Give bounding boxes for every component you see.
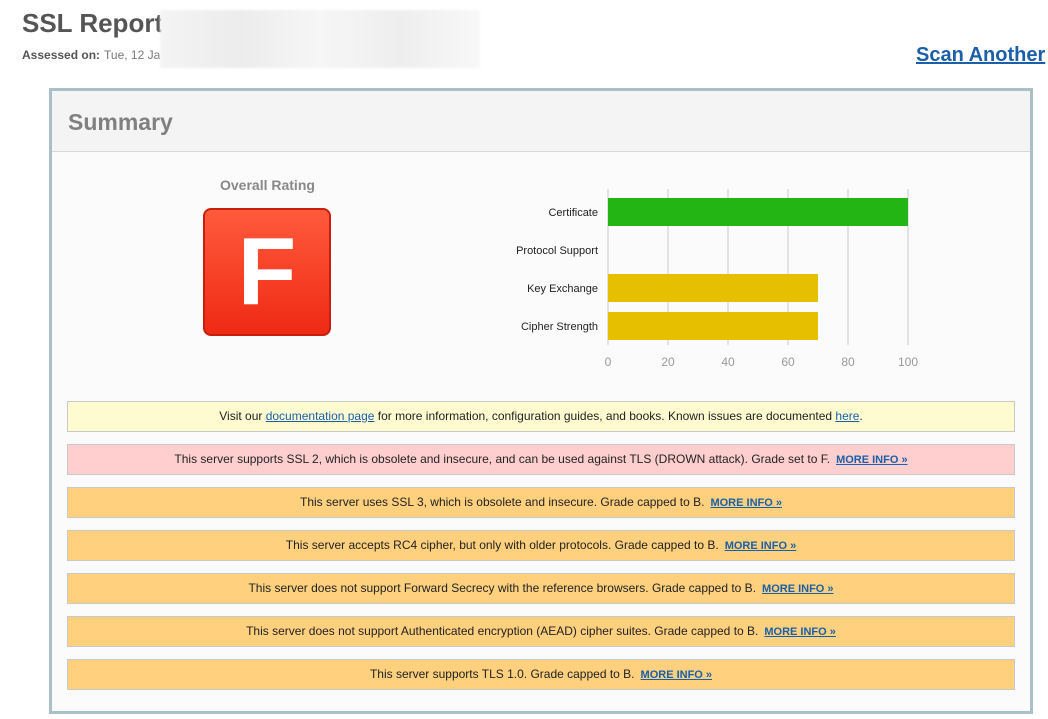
alert-text: This server supports SSL 2, which is obs… <box>174 452 831 466</box>
bar <box>608 312 818 340</box>
more-info-link[interactable]: MORE INFO » <box>641 669 713 681</box>
alert-warn: This server accepts RC4 cipher, but only… <box>67 530 1015 561</box>
alert-warn: This server does not support Authenticat… <box>67 616 1015 647</box>
summary-title: Summary <box>68 109 173 135</box>
page-title: SSL Report <box>22 8 164 38</box>
rating-chart: 0 20 40 60 80 100 Certificate Protocol Support K… <box>516 189 918 369</box>
alert-text: This server accepts RC4 cipher, but only… <box>285 538 719 552</box>
alert-text: . <box>859 409 863 423</box>
x-tick-label: 100 <box>898 355 918 369</box>
documentation-link[interactable]: documentation page <box>266 409 375 423</box>
x-tick-label: 60 <box>781 355 795 369</box>
bar <box>608 274 818 302</box>
alert-text: This server supports TLS 1.0. Grade capp… <box>369 667 635 681</box>
category-label: Key Exchange <box>527 283 598 295</box>
x-tick-label: 0 <box>605 355 612 369</box>
summary-header: Summary <box>52 91 1030 152</box>
x-tick-label: 40 <box>721 355 735 369</box>
alert-danger: This server supports SSL 2, which is obs… <box>67 444 1015 475</box>
bar <box>608 198 908 226</box>
alert-text: for more information, configuration guid… <box>374 409 836 423</box>
assessed-on: Assessed on: Tue, 12 Ja <box>22 48 160 62</box>
assessed-value: Tue, 12 Ja <box>104 48 161 62</box>
more-info-link[interactable]: MORE INFO » <box>725 540 797 552</box>
more-info-link[interactable]: MORE INFO » <box>710 497 782 509</box>
category-label: Cipher Strength <box>521 321 598 333</box>
grade-badge: F <box>203 208 331 336</box>
scan-another-link[interactable]: Scan Another <box>916 44 1045 67</box>
more-info-link[interactable]: MORE INFO » <box>836 454 908 466</box>
category-label: Certificate <box>548 207 598 219</box>
known-issues-link[interactable]: here <box>835 409 859 423</box>
alert-text: This server uses SSL 3, which is obsolet… <box>300 495 705 509</box>
x-tick-label: 20 <box>661 355 675 369</box>
category-label: Protocol Support <box>516 245 598 257</box>
alert-text: This server does not support Authenticat… <box>246 624 759 638</box>
overall-rating-label: Overall Rating <box>220 177 315 193</box>
x-tick-label: 80 <box>841 355 855 369</box>
alert-text: Visit our <box>219 409 266 423</box>
redacted-hostname <box>160 10 480 68</box>
alert-warn: This server supports TLS 1.0. Grade capp… <box>67 659 1015 690</box>
assessed-label: Assessed on: <box>22 48 101 62</box>
more-info-link[interactable]: MORE INFO » <box>762 583 834 595</box>
more-info-link[interactable]: MORE INFO » <box>764 626 836 638</box>
alert-info: Visit our documentation page for more in… <box>67 401 1015 432</box>
alert-warn: This server uses SSL 3, which is obsolet… <box>67 487 1015 518</box>
summary-panel: Summary Overall Rating F 0 20 40 60 80 100 Cer… <box>49 88 1033 714</box>
alert-warn: This server does not support Forward Sec… <box>67 573 1015 604</box>
alert-text: This server does not support Forward Sec… <box>248 581 757 595</box>
